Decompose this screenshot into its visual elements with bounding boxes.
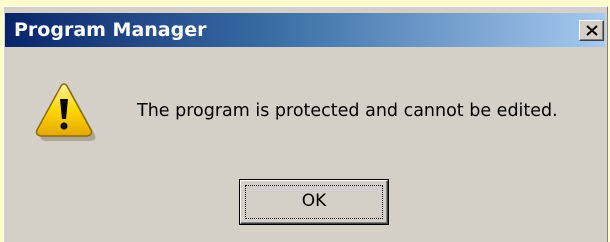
- ok-button-label: OK: [301, 191, 327, 211]
- dialog-window: Program Manager The program is protected…: [3, 6, 608, 242]
- ok-button[interactable]: OK: [239, 179, 389, 225]
- close-x-icon: [586, 25, 598, 36]
- close-button[interactable]: [579, 20, 604, 41]
- dialog-message: The program is protected and cannot be e…: [137, 101, 558, 121]
- title-bar[interactable]: Program Manager: [5, 13, 605, 47]
- window-title: Program Manager: [14, 19, 207, 41]
- warning-icon: [35, 83, 96, 141]
